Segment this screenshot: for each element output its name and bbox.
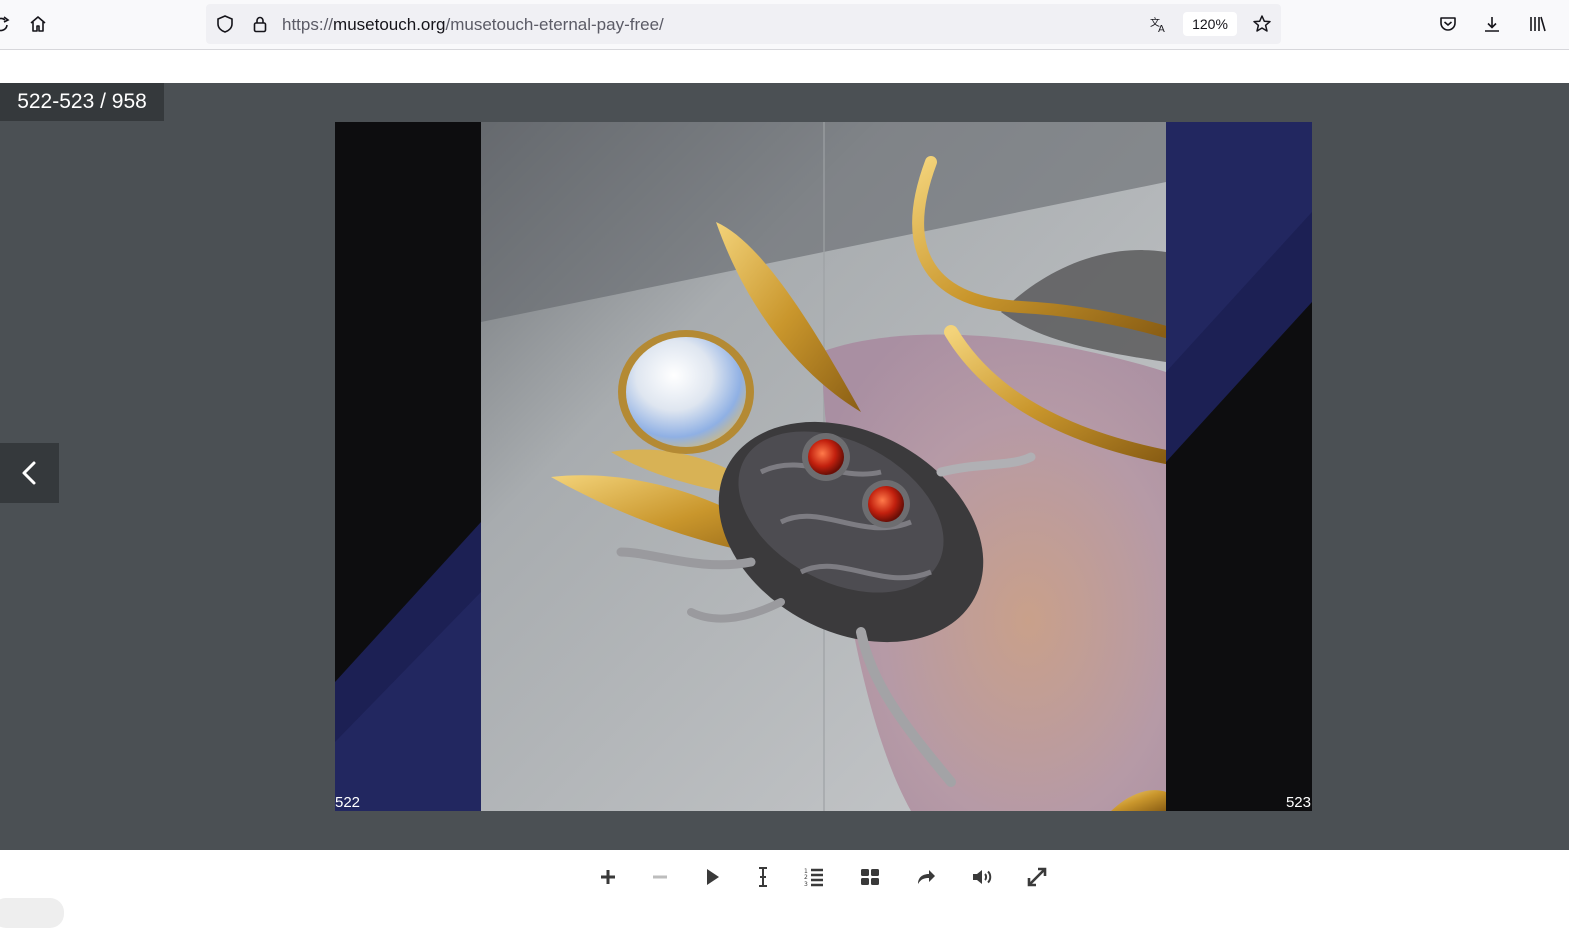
pocket-icon[interactable] [1433, 9, 1463, 39]
play-icon[interactable] [697, 862, 727, 892]
right-page-number: 523 [1285, 794, 1311, 811]
flipbook-viewer: 522-523 / 958 522 523 [0, 83, 1569, 850]
table-of-contents-icon[interactable]: 123 [799, 862, 829, 892]
zoom-level-badge[interactable]: 120% [1183, 12, 1237, 36]
page-header-strip [0, 50, 1569, 83]
sound-icon[interactable] [967, 862, 997, 892]
browser-toolbar: https://musetouch.org/musetouch-eternal-… [0, 0, 1569, 50]
thumbnails-icon[interactable] [855, 862, 885, 892]
share-icon[interactable] [911, 862, 941, 892]
text-select-icon[interactable] [748, 862, 778, 892]
viewer-controls: 123 [0, 850, 1569, 928]
shield-icon[interactable] [210, 9, 240, 39]
page-counter: 522-523 / 958 [0, 83, 164, 121]
left-page-number: 522 [335, 794, 361, 811]
url-domain: musetouch.org [333, 15, 446, 34]
svg-text:A: A [1158, 24, 1165, 34]
reload-icon[interactable] [0, 9, 16, 39]
jewelry-fly-photo [481, 122, 1166, 811]
zoom-out-icon[interactable] [645, 862, 675, 892]
star-icon[interactable] [1247, 9, 1277, 39]
previous-page-button[interactable] [0, 443, 59, 503]
svg-text:2: 2 [804, 874, 808, 881]
url-prefix: https:// [282, 15, 334, 34]
bottom-tab[interactable] [0, 898, 64, 928]
url-path: /musetouch-eternal-pay-free/ [445, 15, 664, 34]
zoom-in-icon[interactable] [593, 862, 623, 892]
fullscreen-icon[interactable] [1022, 862, 1052, 892]
library-icon[interactable] [1523, 9, 1553, 39]
home-icon[interactable] [23, 9, 53, 39]
translate-icon[interactable]: 文A [1144, 9, 1174, 39]
url-bar[interactable]: https://musetouch.org/musetouch-eternal-… [206, 4, 1281, 44]
page-spread[interactable]: 522 523 [335, 122, 1312, 811]
lock-icon[interactable] [245, 9, 275, 39]
download-icon[interactable] [1477, 9, 1507, 39]
chevron-left-icon [22, 461, 35, 485]
url-text[interactable]: https://musetouch.org/musetouch-eternal-… [282, 15, 664, 35]
svg-text:3: 3 [804, 881, 808, 888]
